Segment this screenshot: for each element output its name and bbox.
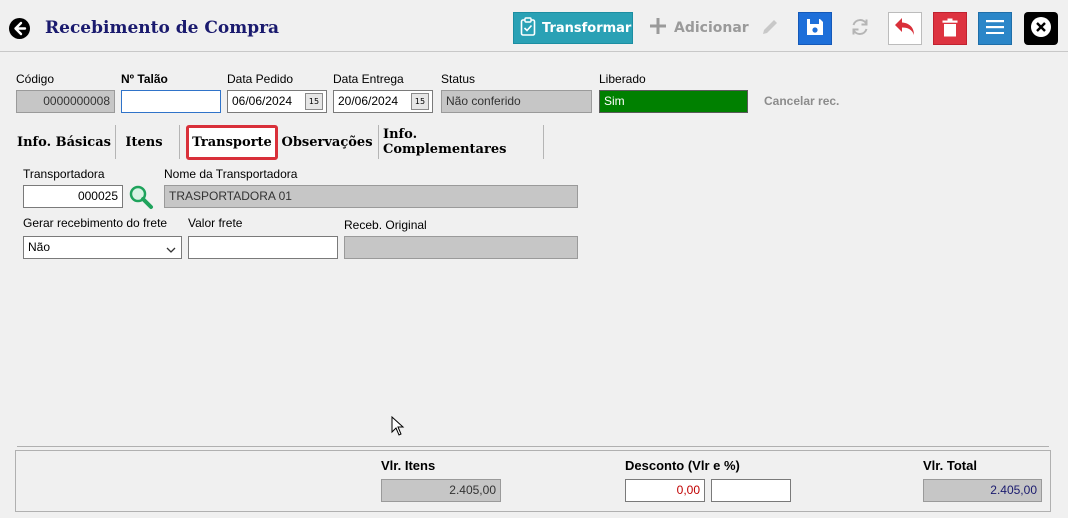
- footer-divider: [17, 446, 1049, 447]
- transportadora-input[interactable]: 000025: [23, 185, 123, 208]
- close-icon: [1030, 16, 1052, 41]
- back-arrow-icon[interactable]: [9, 18, 30, 39]
- codigo-label: Código: [16, 72, 55, 86]
- gerar-frete-label: Gerar recebimento do frete: [23, 216, 168, 230]
- close-button[interactable]: [1024, 12, 1058, 45]
- pencil-icon: [760, 17, 780, 40]
- talao-label: Nº Talão: [121, 72, 168, 86]
- data-entrega-value: 20/06/2024: [338, 94, 399, 108]
- tab-observacoes[interactable]: Observações: [282, 125, 373, 159]
- menu-button[interactable]: [978, 12, 1012, 45]
- status-label: Status: [441, 72, 476, 86]
- tab-info-complementares[interactable]: Info. Complementares: [383, 125, 540, 159]
- refresh-icon: [849, 16, 871, 41]
- nome-transportadora-label: Nome da Transportadora: [164, 167, 298, 181]
- search-icon[interactable]: [128, 184, 154, 213]
- vlr-total-label: Vlr. Total: [923, 458, 977, 473]
- data-pedido-label: Data Pedido: [227, 72, 294, 86]
- floppy-disk-icon: [806, 18, 824, 39]
- tab-info-basicas[interactable]: Info. Básicas: [16, 125, 112, 159]
- refresh-button[interactable]: [843, 12, 877, 45]
- adicionar-label: Adicionar: [674, 20, 749, 36]
- hamburger-icon: [986, 20, 1004, 37]
- valor-frete-label: Valor frete: [188, 216, 243, 230]
- valor-frete-input[interactable]: [188, 236, 338, 259]
- vlr-total-field: 2.405,00: [923, 479, 1042, 502]
- transportadora-label: Transportadora: [23, 167, 105, 181]
- desconto-valor-input[interactable]: 0,00: [625, 479, 705, 502]
- delete-button[interactable]: [933, 12, 967, 45]
- tab-separator: [179, 125, 180, 159]
- chevron-down-icon: [166, 243, 176, 257]
- calendar-icon[interactable]: 15: [305, 93, 323, 110]
- adicionar-button[interactable]: Adicionar: [648, 12, 749, 44]
- status-field: Não conferido: [441, 90, 592, 113]
- nome-transportadora-field: TRASPORTADORA 01: [164, 185, 578, 208]
- transformar-label: Transformar: [542, 20, 632, 36]
- vlr-itens-label: Vlr. Itens: [381, 458, 436, 473]
- mouse-cursor-icon: [391, 415, 405, 439]
- talao-input[interactable]: [121, 90, 221, 113]
- totals-panel: [15, 450, 1051, 512]
- tab-separator: [378, 125, 379, 159]
- data-pedido-value: 06/06/2024: [232, 94, 293, 108]
- edit-button[interactable]: [753, 12, 787, 45]
- transformar-button[interactable]: Transformar: [513, 12, 633, 44]
- tab-transporte[interactable]: Transporte: [186, 125, 278, 160]
- desconto-percent-input[interactable]: [711, 479, 791, 502]
- vlr-itens-field: 2.405,00: [381, 479, 501, 502]
- undo-arrow-icon: [893, 16, 917, 41]
- liberado-field: Sim: [599, 90, 748, 113]
- receb-original-label: Receb. Original: [344, 218, 427, 232]
- tab-separator: [115, 125, 116, 159]
- gerar-frete-value: Não: [28, 240, 51, 254]
- gerar-frete-select[interactable]: Não: [23, 236, 182, 259]
- cancelar-rec-link[interactable]: Cancelar rec.: [764, 94, 839, 108]
- liberado-label: Liberado: [599, 72, 646, 86]
- codigo-field: 0000000008: [16, 90, 115, 113]
- desconto-label: Desconto (Vlr e %): [625, 458, 740, 473]
- tab-itens[interactable]: Itens: [118, 125, 170, 159]
- data-entrega-label: Data Entrega: [333, 72, 404, 86]
- save-button[interactable]: [798, 12, 832, 45]
- calendar-icon[interactable]: 15: [411, 93, 429, 110]
- tab-separator: [543, 125, 544, 159]
- undo-button[interactable]: [888, 12, 922, 45]
- plus-icon: [648, 16, 668, 40]
- trash-icon: [942, 18, 958, 40]
- page-title: Recebimento de Compra: [45, 18, 280, 38]
- clipboard-check-icon: [520, 16, 536, 40]
- receb-original-field: [344, 236, 578, 259]
